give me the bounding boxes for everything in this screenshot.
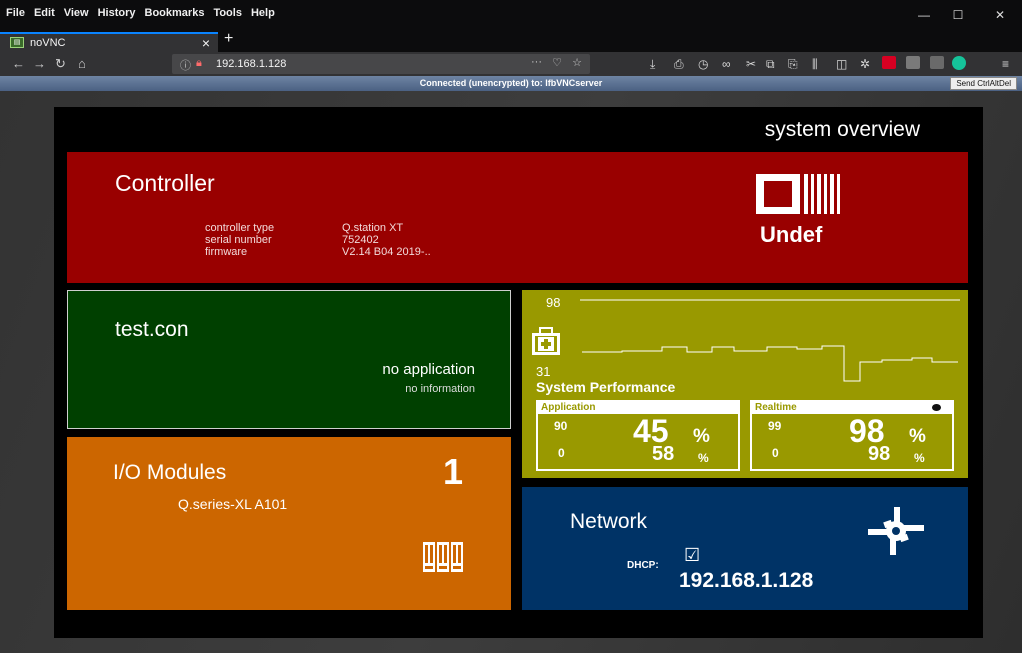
history-icon[interactable]: ◷ [698, 57, 708, 71]
address-bar[interactable]: ⓘ 🔒︎ 192.168.1.128 ··· ♡ ☆ [172, 54, 590, 74]
menu-file[interactable]: File [6, 7, 25, 19]
connection-status: Connected (unencrypted) to: lfbVNCserver [419, 78, 603, 88]
application-heading: test.con [115, 318, 189, 341]
realtime-average-value: 98 [868, 443, 891, 465]
application-performance-box: Application 90 0 45 % 58 % [536, 400, 740, 471]
application-average-unit: % [698, 451, 709, 465]
bookmark-star-icon[interactable]: ☆ [572, 56, 582, 69]
print-icon[interactable]: ⎙ [674, 57, 684, 72]
ip-address: 192.168.1.128 [679, 569, 814, 592]
page-actions-icon[interactable]: ··· [531, 56, 542, 68]
menu-bookmarks[interactable]: Bookmarks [145, 7, 205, 19]
chart-min-label: 31 [536, 364, 551, 379]
menu-history[interactable]: History [98, 7, 136, 19]
system-performance-title: System Performance [536, 379, 676, 395]
application-status: no application [382, 361, 475, 378]
page-title: system overview [764, 118, 920, 141]
back-icon[interactable]: ← [12, 56, 25, 71]
glasses-icon[interactable]: ∞ [722, 57, 731, 71]
pocket-icon[interactable]: ♡ [552, 56, 562, 69]
sidebar-icon[interactable]: ◫ [836, 57, 847, 71]
vnc-viewport[interactable]: system overview Controller controller ty… [0, 91, 1022, 653]
first-aid-kit-icon [532, 327, 560, 355]
lastpass-icon[interactable] [882, 56, 896, 69]
performance-trend-chart [580, 299, 960, 382]
application-info: no information [405, 383, 475, 395]
realtime-indicator-icon [932, 404, 941, 411]
menu-help[interactable]: Help [251, 7, 275, 19]
application-min: 0 [558, 446, 565, 460]
home-icon[interactable]: ⌂ [78, 56, 86, 71]
cut-icon[interactable]: ✂ [746, 57, 756, 71]
library-icon[interactable]: ⫼ [812, 57, 818, 72]
serial-number-value: 752402 [342, 234, 379, 246]
network-connector-icon [868, 507, 924, 555]
realtime-current-unit: % [909, 426, 926, 447]
novnc-status-bar: Connected (unencrypted) to: lfbVNCserver… [0, 76, 1022, 91]
dhcp-label: DHCP: [627, 560, 659, 571]
firmware-value: V2.14 B04 2019-.. [342, 246, 431, 258]
io-modules-panel[interactable]: I/O Modules 1 Q.series-XL A101 [67, 437, 511, 610]
navigation-bar: ← → ↻ ⌂ ⓘ 🔒︎ 192.168.1.128 ··· ♡ ☆ ⤓ ⎙ ◷… [0, 52, 1022, 76]
copy-icon[interactable]: ⧉ [766, 57, 775, 72]
insecure-lock-icon[interactable]: 🔒︎ [196, 57, 202, 70]
extension2-icon[interactable] [930, 56, 944, 69]
system-performance-panel[interactable]: 98 31 System Performance Application 90 … [522, 290, 968, 478]
menu-list: File Edit View History Bookmarks Tools H… [6, 7, 284, 19]
grammarly-icon[interactable] [952, 56, 966, 70]
io-modules-heading: I/O Modules [113, 461, 227, 484]
io-modules-count: 1 [443, 451, 464, 492]
controller-type-label: controller type [205, 222, 275, 234]
maximize-button[interactable]: ☐ [948, 8, 968, 22]
url-text[interactable]: 192.168.1.128 [216, 58, 286, 70]
realtime-max: 99 [768, 419, 782, 433]
tab-close-icon[interactable]: × [202, 35, 210, 51]
chart-max-label: 98 [546, 295, 561, 310]
menu-tools[interactable]: Tools [213, 7, 242, 19]
dhcp-checkbox-icon: ☑ [684, 545, 701, 565]
application-panel[interactable]: test.con no application no information [67, 290, 511, 429]
controller-barcode-icon [756, 174, 840, 214]
io-module-rack-icon [423, 542, 463, 572]
controller-type-value: Q.station XT [342, 222, 404, 234]
browser-window: File Edit View History Bookmarks Tools H… [0, 0, 1022, 653]
network-panel[interactable]: Network DHCP: ☑ 192.168.1.128 [522, 487, 968, 610]
controller-status: Undef [760, 222, 823, 247]
reload-icon[interactable]: ↻ [55, 56, 66, 72]
settings-gear-icon[interactable]: ✲ [860, 57, 870, 71]
minimize-button[interactable]: — [914, 8, 934, 22]
new-tab-button[interactable]: + [224, 30, 233, 48]
tab-bar: ▤ noVNC × [0, 28, 1022, 52]
firmware-label: firmware [205, 246, 248, 258]
application-current-unit: % [693, 426, 710, 447]
controller-panel[interactable]: Controller controller type Q.station XT … [67, 152, 968, 283]
realtime-min: 0 [772, 446, 779, 460]
realtime-performance-box: Realtime 99 0 98 % 98 % [750, 400, 954, 471]
tab-title: noVNC [30, 37, 66, 49]
network-heading: Network [570, 510, 648, 533]
application-average-value: 58 [652, 443, 675, 465]
forward-icon[interactable]: → [33, 56, 46, 71]
tab-novnc[interactable]: ▤ noVNC × [0, 32, 218, 52]
application-max: 90 [554, 419, 568, 433]
close-window-button[interactable]: ✕ [990, 8, 1010, 22]
extension-icon[interactable] [906, 56, 920, 69]
controller-heading: Controller [115, 170, 215, 196]
site-info-icon[interactable]: ⓘ [180, 57, 191, 73]
send-ctrl-alt-del-button[interactable]: Send CtrlAltDel [950, 77, 1017, 90]
paste-icon[interactable]: ⎘ [788, 57, 798, 72]
menu-edit[interactable]: Edit [34, 7, 55, 19]
downloads-icon[interactable]: ⤓ [650, 57, 655, 72]
serial-number-label: serial number [205, 234, 272, 246]
menu-view[interactable]: View [64, 7, 89, 19]
realtime-average-unit: % [914, 451, 925, 465]
hamburger-menu-icon[interactable]: ≡ [1002, 57, 1009, 71]
remote-screen[interactable]: system overview Controller controller ty… [54, 107, 983, 638]
io-module-name: Q.series-XL A101 [178, 496, 288, 512]
menu-bar: File Edit View History Bookmarks Tools H… [0, 0, 1022, 28]
novnc-favicon-icon: ▤ [10, 37, 24, 48]
